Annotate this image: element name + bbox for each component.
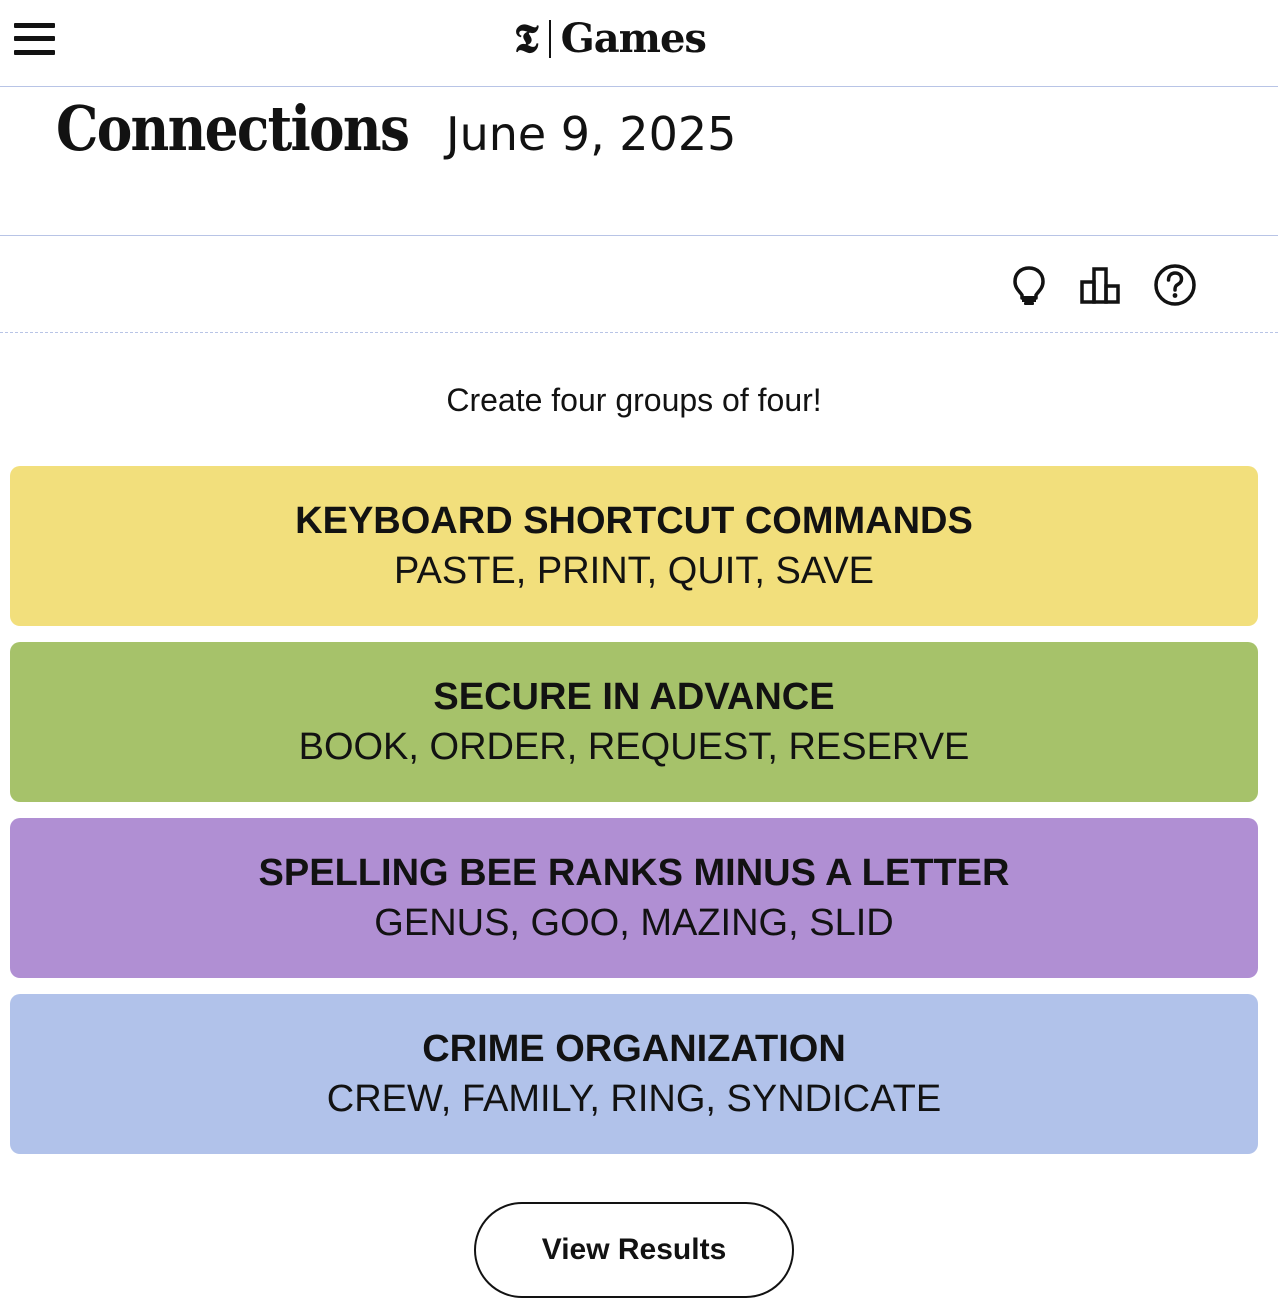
group-category-title: KEYBOARD SHORTCUT COMMANDS bbox=[295, 500, 973, 542]
puzzle-date: June 9, 2025 bbox=[446, 107, 737, 161]
leaderboard-icon[interactable] bbox=[1079, 263, 1123, 307]
solved-group-purple: SPELLING BEE RANKS MINUS A LETTER GENUS,… bbox=[10, 818, 1258, 978]
top-navigation-bar: 𝕿 Games bbox=[0, 0, 1278, 87]
page-title: Connections bbox=[56, 92, 410, 165]
logo-games-text: Games bbox=[560, 15, 707, 62]
group-words: BOOK, ORDER, REQUEST, RESERVE bbox=[298, 726, 970, 768]
view-results-button[interactable]: View Results bbox=[474, 1202, 794, 1298]
puzzle-title-bar: Connections June 9, 2025 bbox=[0, 88, 1278, 236]
solved-group-yellow: KEYBOARD SHORTCUT COMMANDS PASTE, PRINT,… bbox=[10, 466, 1258, 626]
lightbulb-icon[interactable] bbox=[1007, 263, 1051, 307]
group-category-title: SPELLING BEE RANKS MINUS A LETTER bbox=[258, 852, 1010, 894]
hamburger-menu-icon[interactable] bbox=[14, 22, 56, 56]
nyt-games-logo[interactable]: 𝕿 Games bbox=[514, 14, 707, 64]
group-words: PASTE, PRINT, QUIT, SAVE bbox=[393, 550, 875, 592]
help-icon[interactable] bbox=[1153, 263, 1197, 307]
puzzle-toolbar bbox=[0, 237, 1278, 333]
logo-divider bbox=[548, 20, 551, 58]
instructions-text: Create four groups of four! bbox=[446, 382, 822, 418]
group-words: CREW, FAMILY, RING, SYNDICATE bbox=[326, 1078, 942, 1120]
solved-group-green: SECURE IN ADVANCE BOOK, ORDER, REQUEST, … bbox=[10, 642, 1258, 802]
group-category-title: CRIME ORGANIZATION bbox=[422, 1028, 846, 1070]
group-words: GENUS, GOO, MAZING, SLID bbox=[374, 902, 894, 944]
solved-group-blue: CRIME ORGANIZATION CREW, FAMILY, RING, S… bbox=[10, 994, 1258, 1154]
group-category-title: SECURE IN ADVANCE bbox=[433, 676, 835, 718]
nyt-t-logo-icon: 𝕿 bbox=[514, 15, 539, 62]
